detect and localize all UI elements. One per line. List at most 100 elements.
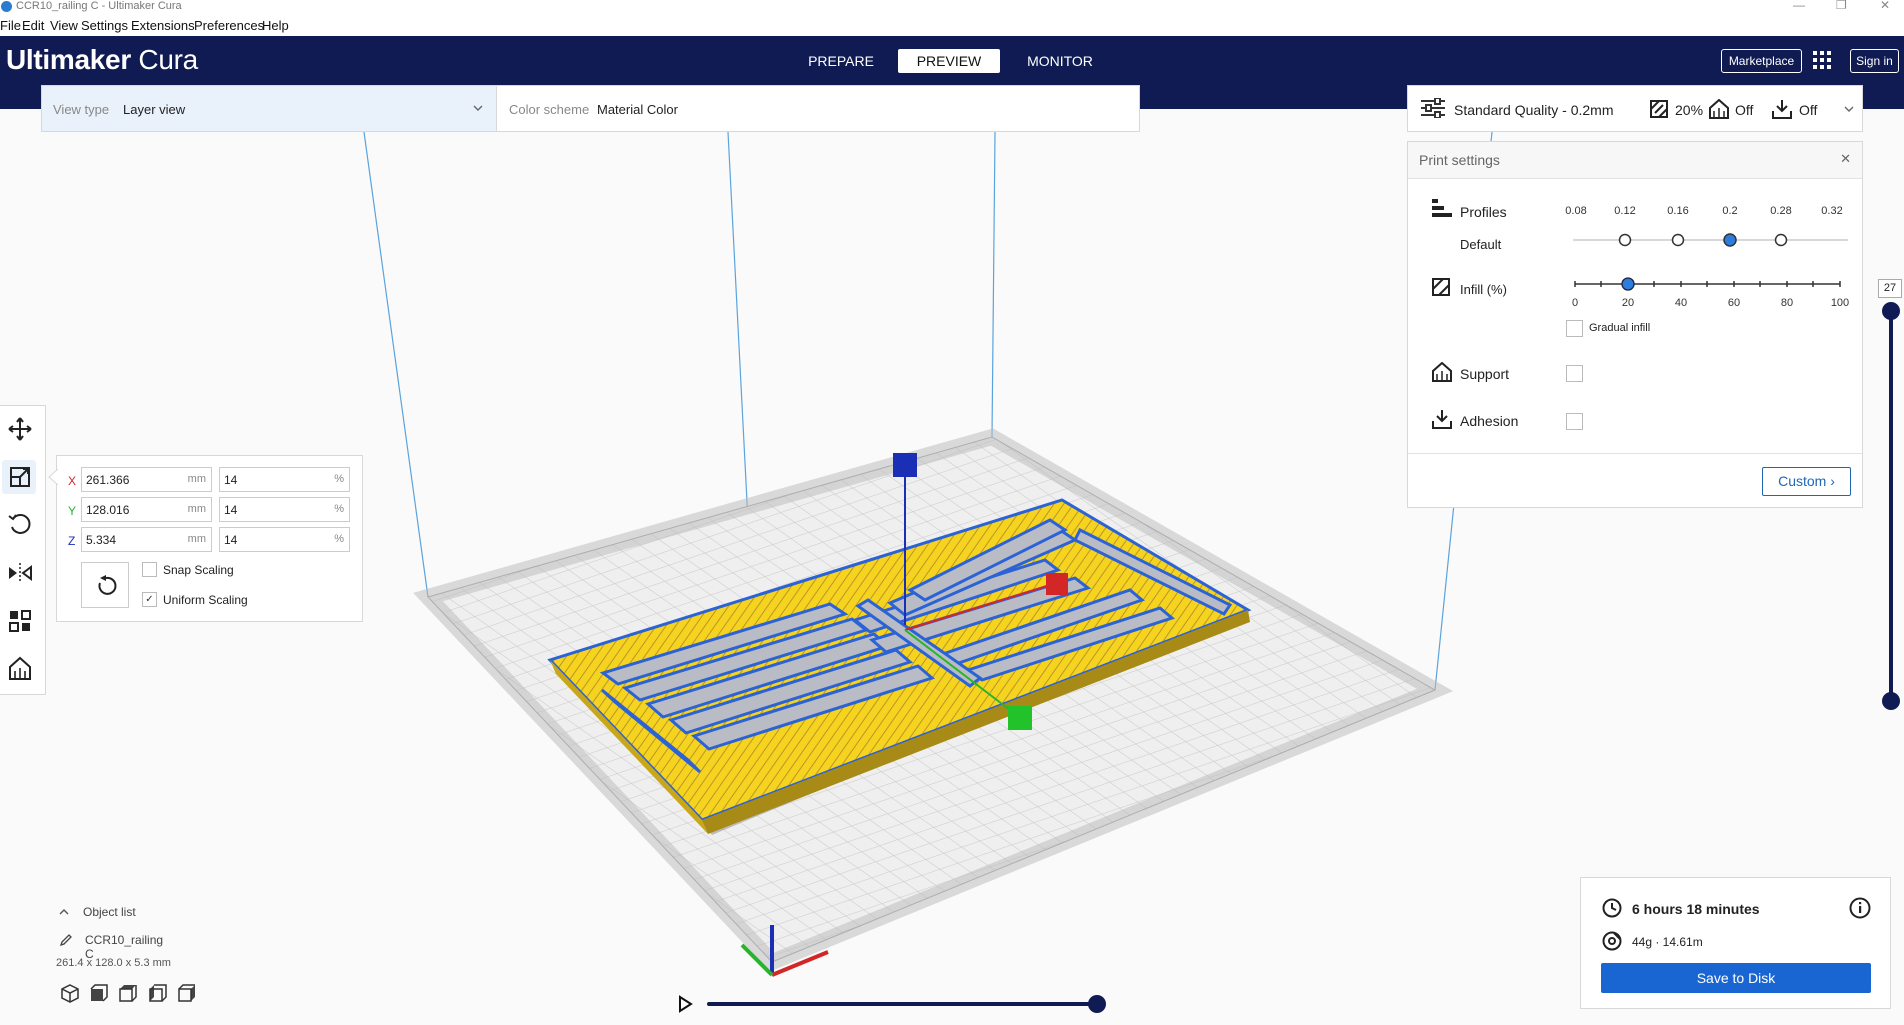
layer-height-label: 0.28 — [1770, 205, 1792, 217]
adhesion-summary: Off — [1799, 102, 1818, 118]
path-slider-handle[interactable] — [1088, 995, 1106, 1013]
infill-slider[interactable] — [1570, 274, 1845, 294]
print-settings-bar[interactable]: Standard Quality - 0.2mm 20% Off Off — [1407, 85, 1863, 132]
object-name: CCR10_railing C — [85, 933, 164, 961]
view-type-dropdown[interactable]: View type Layer view — [42, 86, 497, 131]
adhesion-checkbox[interactable] — [1566, 413, 1583, 430]
print-settings-header: Print settings ✕ — [1408, 142, 1862, 179]
top-view-icon[interactable] — [118, 983, 138, 1003]
print-time: 6 hours 18 minutes — [1632, 901, 1760, 917]
pencil-icon — [60, 934, 72, 946]
object-list-title: Object list — [83, 905, 136, 919]
object-list-item[interactable]: CCR10_railing C — [56, 933, 171, 961]
color-scheme-value: Material Color — [597, 102, 678, 117]
layer-path-slider[interactable] — [707, 1002, 1103, 1006]
3d-view-icon[interactable] — [60, 983, 80, 1003]
info-icon[interactable] — [1849, 897, 1871, 919]
front-view-icon[interactable] — [89, 983, 109, 1003]
adhesion-icon — [1772, 100, 1792, 119]
infill-tick: 40 — [1674, 297, 1688, 309]
adhesion-label: Adhesion — [1460, 413, 1519, 429]
support-checkbox[interactable] — [1566, 365, 1583, 382]
y-axis-label: Y — [68, 504, 77, 518]
tool-toolbar — [0, 405, 46, 695]
move-tool-icon[interactable] — [7, 416, 33, 442]
infill-tick: 60 — [1727, 297, 1741, 309]
chevron-up-icon — [59, 909, 69, 915]
color-scheme-label: Color scheme — [509, 102, 590, 117]
layer-height-label: 0.2 — [1722, 205, 1738, 217]
support-icon — [1432, 362, 1452, 382]
chevron-down-icon — [1844, 106, 1854, 112]
camera-view-buttons — [56, 983, 195, 1007]
print-info-panel: 6 hours 18 minutes 44g · 14.61m Save to … — [1580, 877, 1891, 1009]
support-summary: Off — [1735, 102, 1754, 118]
rotate-tool-icon[interactable] — [7, 511, 33, 537]
infill-tick: 0 — [1571, 297, 1579, 309]
profiles-sub-label: Default — [1460, 237, 1502, 252]
spool-icon — [1602, 931, 1622, 951]
profile-slider[interactable] — [1573, 232, 1848, 248]
z-size-field[interactable]: 5.334 mm — [81, 527, 212, 552]
x-axis-label: X — [68, 474, 77, 488]
infill-tick: 100 — [1830, 297, 1850, 309]
chevron-down-icon — [473, 105, 483, 111]
per-model-settings-icon[interactable] — [7, 608, 33, 634]
print-settings-panel: Print settings ✕ Profiles Default 0.08 0… — [1407, 141, 1863, 508]
layer-slider-lower-handle[interactable] — [1882, 692, 1900, 710]
adhesion-icon — [1432, 410, 1452, 429]
object-list: Object list CCR10_railing C 261.4 x 128.… — [56, 905, 195, 1007]
play-icon[interactable] — [677, 995, 693, 1013]
print-settings-title: Print settings — [1419, 152, 1500, 168]
left-view-icon[interactable] — [148, 983, 168, 1003]
layer-slider[interactable] — [1889, 310, 1893, 702]
scale-panel: X Y Z 261.366 mm 14% 128.016 mm 14% 5.334 m… — [48, 455, 363, 622]
settings-sliders-icon — [1421, 98, 1445, 118]
view-type-value: Layer view — [123, 102, 186, 117]
mirror-tool-icon[interactable] — [7, 560, 33, 586]
uniform-scaling-label: Uniform Scaling — [163, 593, 248, 607]
divider — [1408, 453, 1862, 454]
infill-icon — [1650, 100, 1668, 118]
layer-height-label: 0.16 — [1667, 205, 1689, 217]
infill-label: Infill (%) — [1460, 282, 1507, 297]
support-blocker-icon[interactable] — [7, 656, 33, 682]
gradual-infill-label: Gradual infill — [1589, 322, 1651, 334]
panel-pointer — [48, 469, 58, 485]
infill-summary: 20% — [1675, 102, 1704, 118]
view-options-bar: View type Layer view Color scheme Materi… — [41, 85, 1436, 132]
close-icon[interactable]: ✕ — [1840, 151, 1851, 167]
layer-slider-upper-handle[interactable] — [1882, 302, 1900, 320]
layer-height-label: 0.12 — [1614, 205, 1636, 217]
snap-scaling-checkbox[interactable] — [142, 562, 157, 577]
color-scheme-dropdown[interactable]: Color scheme Material Color — [498, 86, 1436, 131]
uniform-scaling-checkbox[interactable]: ✓ — [142, 592, 157, 607]
material-usage: 44g · 14.61m — [1632, 935, 1703, 949]
scale-tool-icon[interactable] — [7, 464, 33, 490]
reset-scale-button[interactable] — [81, 562, 129, 608]
profiles-label: Profiles — [1460, 204, 1507, 220]
x-size-field[interactable]: 261.366 mm — [81, 467, 212, 492]
profiles-icon — [1432, 199, 1452, 217]
layer-height-label: 0.08 — [1565, 205, 1587, 217]
infill-tick: 20 — [1621, 297, 1635, 309]
clock-icon — [1602, 898, 1622, 918]
gradual-infill-checkbox[interactable] — [1566, 320, 1583, 337]
object-list-toggle[interactable]: Object list — [56, 905, 171, 925]
layer-height-label: 0.32 — [1821, 205, 1843, 217]
support-icon — [1709, 99, 1729, 119]
snap-scaling-label: Snap Scaling — [163, 563, 234, 577]
x-percent-field[interactable]: 14% — [219, 467, 350, 492]
y-percent-field[interactable]: 14% — [219, 497, 350, 522]
reset-icon — [98, 575, 117, 595]
z-percent-field[interactable]: 14% — [219, 527, 350, 552]
right-view-icon[interactable] — [177, 983, 197, 1003]
y-size-field[interactable]: 128.016 mm — [81, 497, 212, 522]
infill-tick: 80 — [1780, 297, 1794, 309]
custom-settings-button[interactable]: Custom › — [1762, 467, 1851, 496]
save-to-disk-button[interactable]: Save to Disk — [1601, 963, 1871, 993]
current-layer-input[interactable]: 27 — [1878, 279, 1902, 298]
support-label: Support — [1460, 366, 1510, 382]
view-type-label: View type — [53, 102, 110, 117]
cura-window: CCR10_railing C - Ultimaker Cura — ❐ ✕ F… — [0, 0, 1904, 1025]
